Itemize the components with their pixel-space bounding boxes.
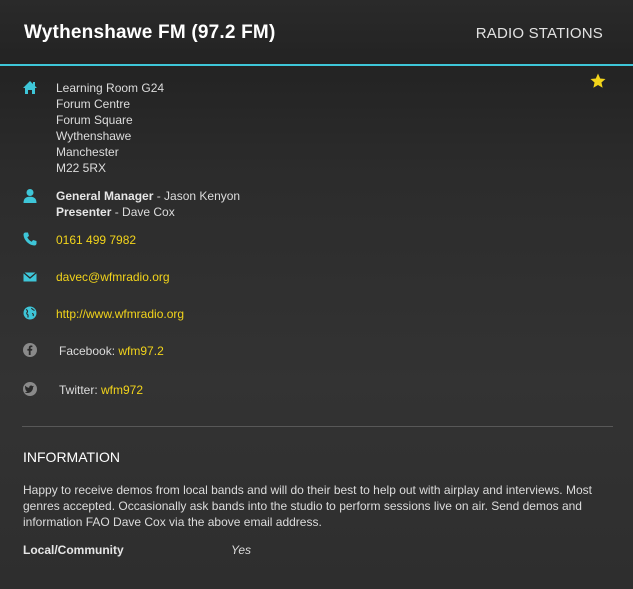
- phone-number[interactable]: 0161 499 7982: [56, 232, 136, 248]
- facebook-link[interactable]: wfm97.2: [118, 344, 163, 358]
- contact-role: Presenter: [56, 205, 112, 219]
- attribute-value: Yes: [231, 543, 252, 557]
- contact-role: General Manager: [56, 189, 154, 203]
- globe-icon: [23, 306, 37, 320]
- contact-separator: -: [153, 189, 165, 203]
- address-line: M22 5RX: [56, 161, 107, 175]
- phone-icon: [23, 232, 37, 246]
- contacts-block: General Manager - Jason Kenyon Presenter…: [56, 188, 240, 220]
- information-text: Happy to receive demos from local bands …: [23, 483, 592, 529]
- listing-page: Wythenshawe FM (97.2 FM) RADIO STATIONS …: [0, 0, 633, 589]
- address-line: Forum Centre: [56, 97, 131, 111]
- station-title: Wythenshawe FM (97.2 FM): [24, 22, 276, 43]
- address-line: Manchester: [56, 145, 119, 159]
- facebook-icon[interactable]: [22, 342, 38, 358]
- twitter-icon[interactable]: [22, 381, 38, 397]
- listing-header: Wythenshawe FM (97.2 FM) RADIO STATIONS: [0, 0, 633, 66]
- information-heading: INFORMATION: [23, 449, 120, 465]
- envelope-icon: [23, 272, 37, 282]
- star-icon[interactable]: [589, 72, 607, 90]
- phone-link[interactable]: 0161 499 7982: [56, 233, 136, 247]
- website-row[interactable]: http://www.wfmradio.org: [56, 306, 184, 322]
- email-link[interactable]: davec@wfmradio.org: [56, 270, 170, 284]
- address-line: Learning Room G24: [56, 81, 165, 95]
- person-icon: [23, 189, 37, 203]
- contact-row: General Manager - Jason Kenyon: [56, 188, 240, 204]
- contact-row: Presenter - Dave Cox: [56, 204, 240, 220]
- twitter-label: Twitter:: [59, 383, 98, 397]
- category-label[interactable]: RADIO STATIONS: [476, 25, 603, 42]
- contact-separator: -: [111, 205, 123, 219]
- contact-name: Jason Kenyon: [164, 189, 241, 203]
- facebook-label: Facebook:: [59, 344, 116, 358]
- address-line: Wythenshawe: [56, 129, 132, 143]
- website-link[interactable]: http://www.wfmradio.org: [56, 307, 184, 321]
- attribute-label: Local/Community: [23, 543, 124, 557]
- home-icon: [23, 81, 37, 94]
- twitter-row: Twitter: wfm972: [59, 382, 143, 398]
- email-row[interactable]: davec@wfmradio.org: [56, 269, 170, 285]
- address-block: Learning Room G24 Forum Centre Forum Squ…: [56, 80, 164, 176]
- contact-name: Dave Cox: [122, 205, 175, 219]
- twitter-link[interactable]: wfm972: [101, 383, 143, 397]
- address-line: Forum Square: [56, 113, 133, 127]
- section-divider: [22, 426, 613, 427]
- facebook-row: Facebook: wfm97.2: [59, 343, 164, 359]
